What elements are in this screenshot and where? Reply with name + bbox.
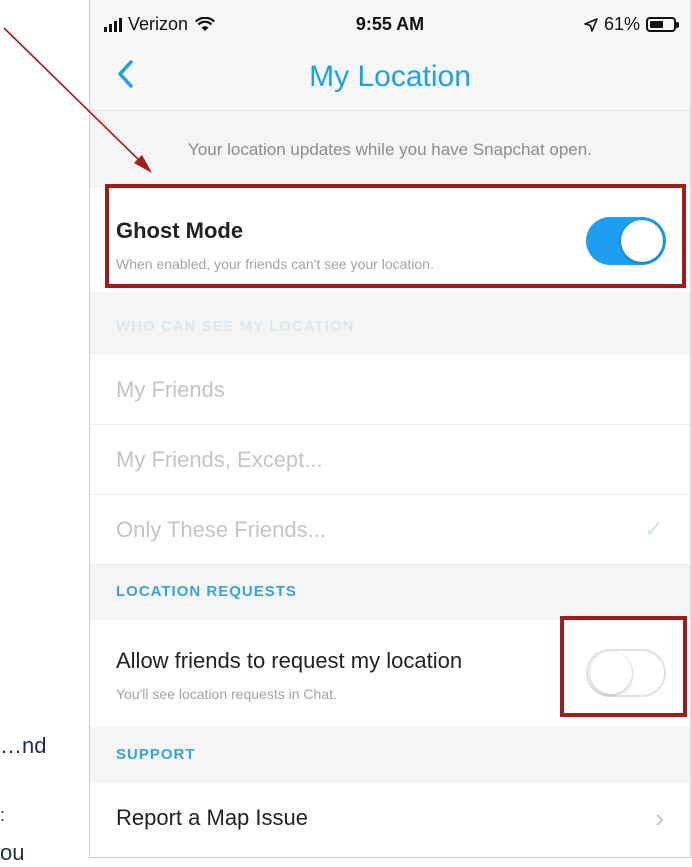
annotation-arrow-icon: [3, 27, 152, 173]
